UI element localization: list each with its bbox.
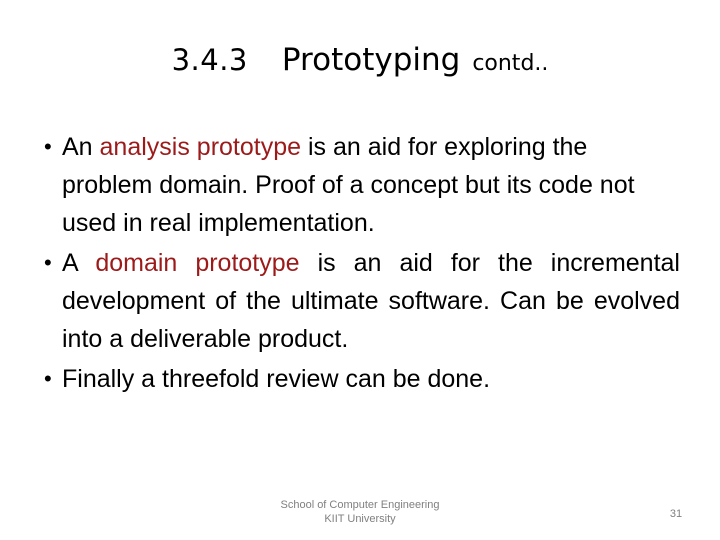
bullet-item: • An analysis prototype is an aid for ex… xyxy=(36,128,680,242)
bullet-item: • A domain prototype is an aid for the i… xyxy=(36,244,680,358)
bullet-segment-plain: Finally a threefold review can be done. xyxy=(62,365,491,393)
bullet-marker-icon: • xyxy=(44,366,52,391)
footer-organization: School of Computer Engineering xyxy=(280,499,440,511)
bullet-text: An analysis prototype is an aid for expl… xyxy=(62,128,680,242)
slide-page-number: 31 xyxy=(669,508,683,520)
title-heading: Prototyping xyxy=(281,42,461,78)
title-section-number: 3.4.3 xyxy=(171,43,248,77)
bullet-text: A domain prototype is an aid for the inc… xyxy=(62,244,680,358)
bullet-segment-plain: An xyxy=(62,133,100,161)
presentation-slide: 3.4.3 Prototyping contd.. • An analysis pr… xyxy=(0,0,720,540)
bullet-segment-emphasis: analysis prototype xyxy=(99,133,302,161)
bullet-marker-icon: • xyxy=(44,134,52,159)
bullet-segment-plain: A xyxy=(62,249,96,277)
slide-title: 3.4.3 Prototyping contd.. xyxy=(0,42,720,98)
footer-university: KIIT University xyxy=(324,513,396,525)
title-continuation-label: contd.. xyxy=(472,51,549,76)
bullet-text: Finally a threefold review can be done. xyxy=(62,360,680,398)
bullet-marker-icon: • xyxy=(44,250,52,275)
bullet-item: • Finally a threefold review can be done… xyxy=(36,360,680,398)
slide-footer: School of Computer Engineering KIIT Univ… xyxy=(0,498,720,526)
slide-body: • An analysis prototype is an aid for ex… xyxy=(36,128,680,400)
bullet-segment-emphasis: domain prototype xyxy=(95,249,300,277)
